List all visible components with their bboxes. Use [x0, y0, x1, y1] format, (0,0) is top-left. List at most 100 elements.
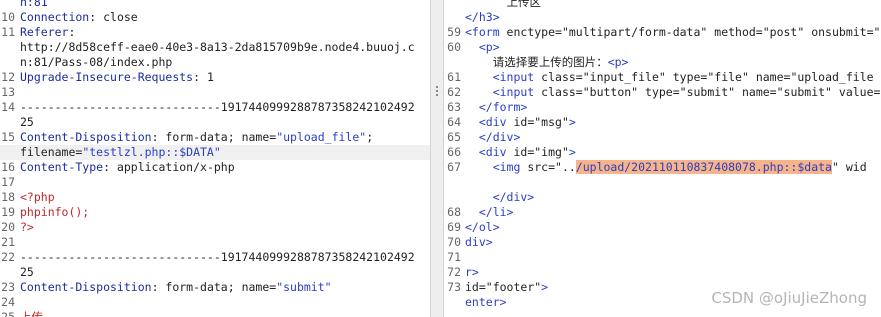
code-token: Referer: [20, 25, 69, 39]
request-code-line[interactable]: http://8d58ceff-eae0-40e3-8a13-2da815709…: [0, 40, 430, 55]
response-code-line[interactable]: 69 </ol>: [444, 220, 881, 235]
code-text: enter>: [465, 295, 507, 310]
line-number: 68: [447, 205, 461, 219]
request-code-line[interactable]: 21: [0, 235, 430, 250]
response-code-line[interactable]: 62 <input class="button" type="submit" n…: [444, 85, 881, 100]
code-text: Connection: close: [20, 10, 138, 25]
line-number: 13: [1, 85, 15, 99]
request-code-line[interactable]: 16 Content-Type: application/x-php: [0, 160, 430, 175]
code-text: filename="testlzl.php::$DATA": [20, 145, 221, 160]
response-code-line[interactable]: 63 </form>: [444, 100, 881, 115]
code-token: <input: [465, 85, 542, 99]
code-token: n:81/Pass-08/index.php: [20, 55, 173, 69]
response-code-line[interactable]: 61 <input class="input_file" type="file"…: [444, 70, 881, 85]
request-code-line[interactable]: 10 Connection: close: [0, 10, 430, 25]
code-token: <form: [465, 25, 507, 39]
line-number: 21: [1, 235, 15, 249]
line-number: 66: [447, 145, 461, 159]
code-token: Content-Type: [20, 160, 104, 174]
request-code-line[interactable]: 25: [0, 115, 430, 130]
line-number: 22: [1, 250, 15, 264]
response-code-line[interactable]: 64 <div id="msg">: [444, 115, 881, 130]
code-token: >: [568, 145, 576, 159]
code-token: id=: [465, 280, 486, 294]
code-token: "upload_file: [790, 70, 874, 84]
splitter-grip-icon[interactable]: [436, 86, 439, 98]
request-code-line[interactable]: 25: [0, 265, 430, 280]
code-token: "submit": [776, 85, 832, 99]
code-token: <div: [465, 145, 514, 159]
line-number: 69: [447, 220, 461, 234]
code-text: http://8d58ceff-eae0-40e3-8a13-2da815709…: [20, 40, 415, 55]
response-code-line[interactable]: 59 <form enctype="multipart/form-data" me…: [444, 25, 881, 40]
response-code-line[interactable]: 上传区: [444, 0, 881, 10]
response-code-line[interactable]: 67 <img src="../upload/20211011083740807…: [444, 160, 881, 175]
code-text: <form enctype="multipart/form-data" meth…: [465, 25, 881, 40]
request-code-line[interactable]: 25 上传: [0, 310, 430, 317]
code-token: method=: [707, 25, 763, 39]
code-token: -----------------------------19174409992…: [20, 250, 415, 264]
response-code-line[interactable]: 请选择要上传的图片：<p>: [444, 55, 881, 70]
response-code-line[interactable]: 70 div>: [444, 235, 881, 250]
response-code-line[interactable]: </div>: [444, 190, 881, 205]
code-token: "input_file": [582, 70, 666, 84]
code-token: "button": [582, 85, 639, 99]
line-number: 65: [447, 130, 461, 144]
code-token: </li>: [465, 205, 514, 219]
code-token: div>: [465, 235, 493, 249]
response-code-line[interactable]: 68 </li>: [444, 205, 881, 220]
code-text: r>: [465, 265, 479, 280]
code-token: name=: [735, 85, 777, 99]
request-code-line[interactable]: 17: [0, 175, 430, 190]
code-token: "r: [873, 25, 881, 39]
request-code-line[interactable]: 14 -----------------------------191744099…: [0, 100, 430, 115]
code-text: Content-Type: application/x-php: [20, 160, 235, 175]
line-number: 10: [1, 10, 15, 24]
code-token: "msg": [534, 115, 569, 129]
response-code-line[interactable]: 65 </div>: [444, 130, 881, 145]
request-code-line[interactable]: 23 Content-Disposition: form-data; name="…: [0, 280, 430, 295]
code-token: "submit": [679, 85, 736, 99]
response-code-line[interactable]: [444, 175, 881, 190]
line-number: 63: [447, 100, 461, 114]
request-code-line[interactable]: filename="testlzl.php::$DATA": [0, 145, 430, 160]
code-token: Content-Disposition: [20, 280, 152, 294]
code-token: </div>: [465, 190, 535, 204]
code-token: 请选择要上传的图片：: [465, 55, 608, 69]
code-token: src=: [527, 160, 556, 174]
response-viewer-pane[interactable]: 上传区 </h3> 59 <form enctype="multipart/form-…: [444, 0, 881, 317]
line-number: 72: [447, 265, 461, 279]
code-token: "submit": [276, 280, 332, 294]
request-code-line[interactable]: n:81/Pass-08/index.php: [0, 55, 430, 70]
request-code-line[interactable]: 19 phpinfo();: [0, 205, 430, 220]
request-code-line[interactable]: 11 Referer:: [0, 25, 430, 40]
code-token: type=: [638, 85, 680, 99]
response-code-line[interactable]: </h3>: [444, 10, 881, 25]
response-code-line[interactable]: 71: [444, 250, 881, 265]
request-editor-pane[interactable]: n:81 10 Connection: close 11 Referer: http://…: [0, 0, 430, 317]
request-code-line[interactable]: 13: [0, 85, 430, 100]
request-code-line[interactable]: 24: [0, 295, 430, 310]
request-code-line[interactable]: n:81: [0, 0, 430, 10]
request-code-line[interactable]: 20 ?>: [0, 220, 430, 235]
response-code-line[interactable]: 72 r>: [444, 265, 881, 280]
code-token: 25: [20, 115, 34, 129]
request-code-line[interactable]: 15 Content-Disposition: form-data; name="…: [0, 130, 430, 145]
code-text: Content-Disposition: form-data; name="su…: [20, 280, 332, 295]
code-text: id="footer">: [465, 280, 548, 295]
response-code-line[interactable]: 60 <p>: [444, 40, 881, 55]
line-number: 67: [447, 160, 461, 174]
code-token: </ol>: [465, 220, 500, 234]
line-number: 11: [1, 25, 15, 39]
code-token: id=: [513, 145, 535, 159]
response-code-line[interactable]: 66 <div id="img">: [444, 145, 881, 160]
code-text: ?>: [20, 220, 34, 235]
request-code-line[interactable]: 12 Upgrade-Insecure-Requests: 1: [0, 70, 430, 85]
pane-splitter[interactable]: [430, 0, 444, 317]
code-token: </form>: [465, 100, 528, 114]
code-token: : 1: [193, 70, 214, 84]
code-token: Content-Disposition: [20, 130, 152, 144]
code-token: 25: [20, 265, 34, 279]
request-code-line[interactable]: 22 -----------------------------191744099…: [0, 250, 430, 265]
request-code-line[interactable]: 18 <?php: [0, 190, 430, 205]
